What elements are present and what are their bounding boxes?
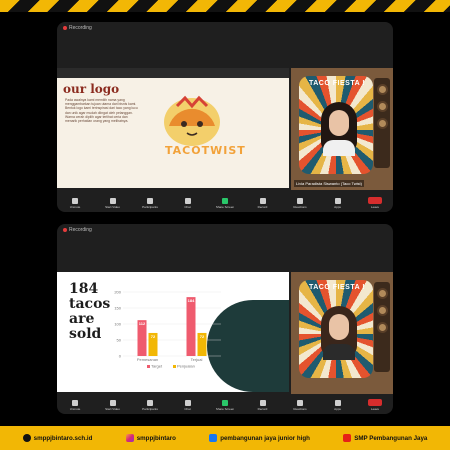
start-video-button[interactable]: Start Video <box>105 197 121 209</box>
chat-icon <box>184 399 191 406</box>
people-icon <box>147 399 153 406</box>
y-tick-label: 100 <box>114 321 121 326</box>
slide-heading: our logo <box>63 82 120 96</box>
youtube-link[interactable]: SMP Pembangunan Jaya <box>343 434 427 442</box>
participants-button[interactable]: Participants <box>142 399 158 411</box>
shared-screen-slide: our logo Pada awalnya kami memilih nama … <box>57 68 289 188</box>
tv-background: TACO FIESTA ! <box>291 68 393 190</box>
headline-line-3: are <box>69 311 95 327</box>
recording-indicator-2: Recording <box>63 227 92 233</box>
facebook-icon <box>209 434 218 442</box>
taco-twist-logo-text: TACOTWIST <box>165 144 246 157</box>
smiley-icon <box>297 399 303 406</box>
share-screen-button[interactable]: Share Screen <box>216 197 234 209</box>
tv-knobs <box>374 78 390 168</box>
sales-bar-chart: 0 50 100 150 200 112 72 Pemesanan 184 72 Terjual Ta… <box>114 289 221 369</box>
share-screen-icon <box>222 399 228 406</box>
sales-headline: 184 tacos are sold <box>69 282 110 342</box>
meeting-window-2: Recording 184 tacos are sold 0 50 100 150 20… <box>57 224 393 414</box>
youtube-icon <box>343 434 352 442</box>
x-tick-label: Terjual <box>191 357 203 362</box>
school-social-footer: smppjbintaro.sch.id smppjbintaro pembang… <box>0 426 450 450</box>
tv-knobs-2 <box>374 282 390 372</box>
y-tick-label: 0 <box>119 353 122 358</box>
data-label: 184 <box>188 298 195 303</box>
tv-title: TACO FIESTA ! <box>309 80 366 87</box>
page: Recording our logo Pada awalnya kami mem… <box>0 0 450 450</box>
people-icon <box>147 197 153 204</box>
meeting-controls-2: Unmute Start Video Participants Chat Sha… <box>57 396 393 414</box>
record-button[interactable]: Record <box>255 399 271 411</box>
record-icon <box>259 399 266 406</box>
legend-label: Penjualan <box>177 364 195 369</box>
camera-icon <box>109 197 116 204</box>
recording-label-2: Recording <box>69 227 92 233</box>
instagram-icon <box>125 434 134 442</box>
participant-video-2[interactable]: TACO FIESTA ! <box>291 272 393 394</box>
taco-logo-illustration <box>164 95 220 146</box>
data-label: 72 <box>151 334 156 339</box>
leave-icon <box>368 197 382 204</box>
share-screen-icon <box>222 197 228 204</box>
apps-button[interactable]: Apps <box>330 399 346 411</box>
apps-button[interactable]: Apps <box>330 197 346 209</box>
recording-dot-icon <box>63 228 67 232</box>
share-screen-button[interactable]: Share Screen <box>216 399 234 411</box>
presentation-toolbar <box>57 68 289 78</box>
legend-swatch <box>173 365 176 368</box>
bar-target-1 <box>186 297 196 356</box>
x-tick-label: Pemesanan <box>137 357 158 362</box>
globe-icon <box>22 434 31 442</box>
facebook-link[interactable]: pembangunan jaya junior high <box>209 434 310 442</box>
record-icon <box>259 197 266 204</box>
start-video-button[interactable]: Start Video <box>105 399 121 411</box>
tv-title-2: TACO FIESTA ! <box>309 284 366 291</box>
reactions-button[interactable]: Reactions <box>292 197 308 209</box>
reactions-button[interactable]: Reactions <box>292 399 308 411</box>
instagram-link[interactable]: smppjbintaro <box>125 434 176 442</box>
legend-swatch <box>147 365 150 368</box>
leave-button[interactable]: Leave <box>367 399 383 411</box>
participant-name-caption: Livia Paradista Siswanto (Taco Twist) <box>294 180 364 187</box>
participant-person-2 <box>321 306 357 360</box>
leave-button[interactable]: Leave <box>367 197 383 209</box>
chat-button[interactable]: Chat <box>180 399 196 411</box>
microphone-icon <box>72 399 78 406</box>
website-link[interactable]: smppjbintaro.sch.id <box>22 434 92 442</box>
apps-icon <box>334 399 341 406</box>
y-tick-label: 50 <box>117 337 122 342</box>
meeting-controls: Unmute Start Video Participants Chat Sha… <box>57 194 393 212</box>
recording-dot-icon <box>63 26 67 30</box>
top-hazard-stripe <box>0 0 450 12</box>
headline-line-4: sold <box>69 326 102 342</box>
recording-label: Recording <box>69 25 92 31</box>
microphone-icon <box>72 197 78 204</box>
participants-button[interactable]: Participants <box>142 197 158 209</box>
tv-background-2: TACO FIESTA ! <box>291 272 393 394</box>
camera-icon <box>109 399 116 406</box>
y-tick-label: 150 <box>114 305 121 310</box>
leave-icon <box>368 399 382 406</box>
data-label: 112 <box>139 321 146 326</box>
record-button[interactable]: Record <box>255 197 271 209</box>
smiley-icon <box>297 197 303 204</box>
y-tick-label: 200 <box>114 289 121 294</box>
chat-icon <box>184 197 191 204</box>
data-label: 72 <box>200 334 205 339</box>
slide-body-text: Pada awalnya kami memilih nama yang meng… <box>65 98 138 124</box>
participant-video[interactable]: TACO FIESTA ! Livia Paradista Siswanto (… <box>291 68 393 190</box>
chart-slide-background: 184 tacos are sold 0 50 100 150 200 112 72 Peme… <box>57 272 289 392</box>
meeting-window-1: Recording our logo Pada awalnya kami mem… <box>57 22 393 212</box>
headline-line-1: 184 <box>69 281 99 297</box>
shared-screen-chart-slide: 184 tacos are sold 0 50 100 150 200 112 72 Peme… <box>57 272 289 392</box>
headline-line-2: tacos <box>69 296 111 312</box>
legend-label: Target <box>151 364 163 369</box>
chat-button[interactable]: Chat <box>180 197 196 209</box>
unmute-button[interactable]: Unmute <box>67 399 83 411</box>
recording-indicator: Recording <box>63 25 92 31</box>
participant-person <box>321 102 357 156</box>
apps-icon <box>334 197 341 204</box>
unmute-button[interactable]: Unmute <box>67 197 83 209</box>
